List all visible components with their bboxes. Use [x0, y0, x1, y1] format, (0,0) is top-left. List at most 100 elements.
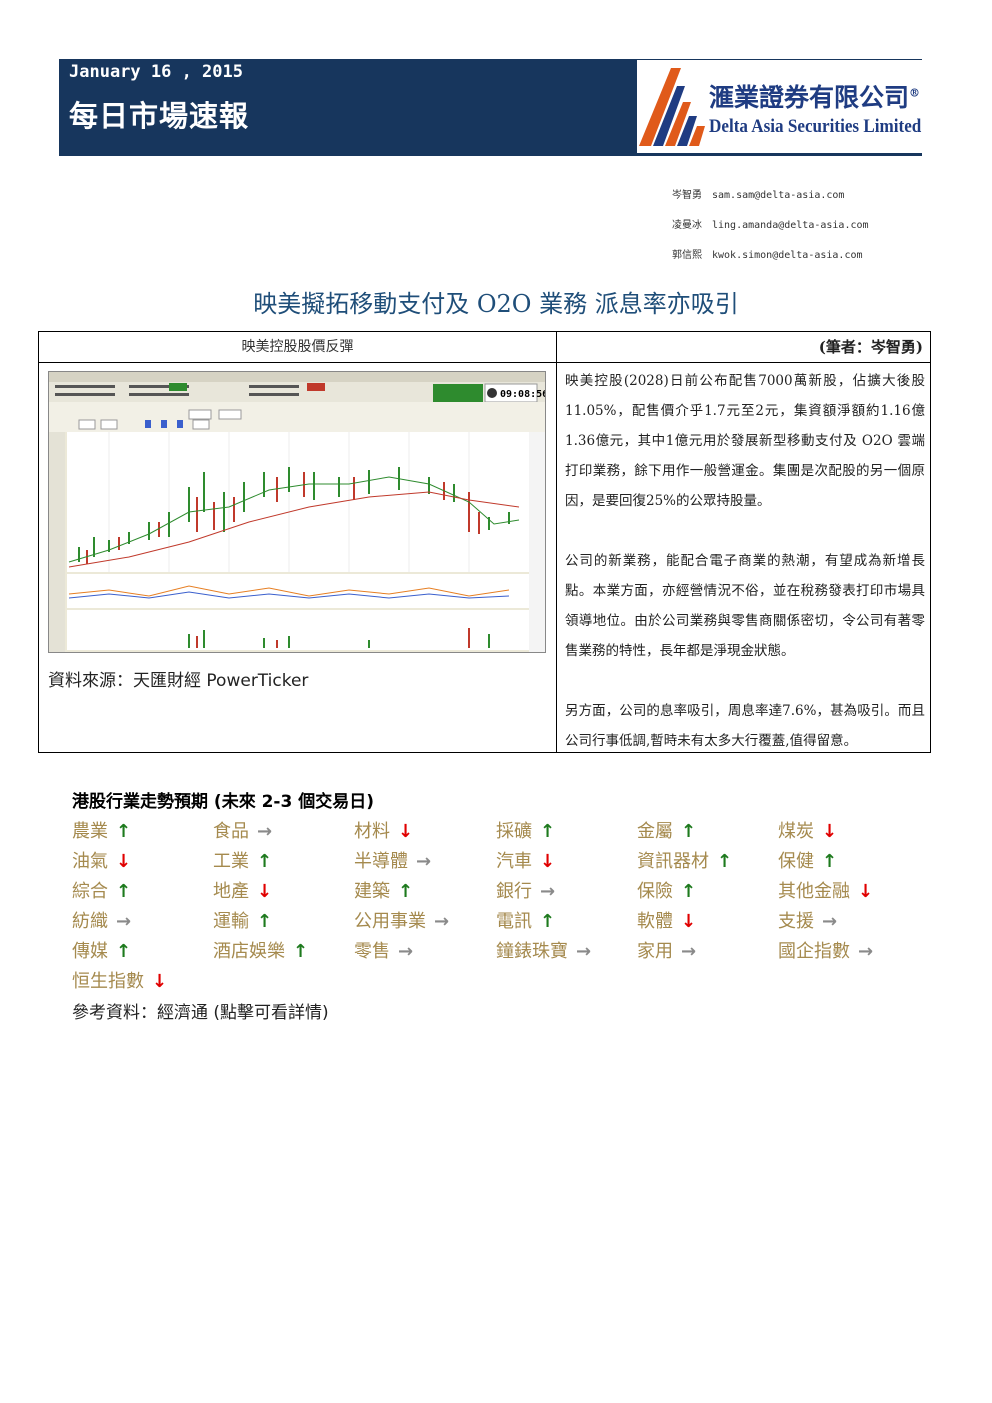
analyst-contacts: 岑智勇 sam.sam@delta-asia.com 凌曼冰 ling.amanda… — [672, 187, 869, 277]
sector-name: 金屬 — [637, 821, 673, 842]
sector-item: 家用 → — [637, 937, 696, 963]
sector-name: 採礦 — [496, 821, 532, 842]
sector-name: 保健 — [778, 851, 814, 872]
trend-flat-arrow-icon: → — [257, 821, 273, 842]
sector-name: 半導體 — [354, 851, 408, 872]
sector-item: 材料 ↓ — [354, 817, 413, 843]
column-divider — [556, 332, 557, 752]
article-table: 映美控股股價反彈 (筆者：岑智勇) 09:08:56 資料來源：天匯財經 Pow… — [38, 331, 931, 753]
trend-up-arrow-icon: ↑ — [257, 911, 273, 932]
trend-down-arrow-icon: ↓ — [398, 821, 414, 842]
sector-name: 鐘錶珠寶 — [496, 941, 568, 962]
trend-up-arrow-icon: ↑ — [257, 851, 273, 872]
contact-email[interactable]: ling.amanda@delta-asia.com — [712, 220, 869, 231]
trend-flat-arrow-icon: → — [858, 941, 874, 962]
trend-up-arrow-icon: ↑ — [681, 821, 697, 842]
sector-name: 運輸 — [213, 911, 249, 932]
report-date: January 16 , 2015 — [69, 62, 243, 82]
sector-name: 建築 — [354, 881, 390, 902]
stock-chart-image: 09:08:56 — [49, 372, 545, 652]
sector-item: 保險 ↑ — [637, 877, 696, 903]
sector-name: 工業 — [213, 851, 249, 872]
contact-row: 凌曼冰 ling.amanda@delta-asia.com — [672, 217, 869, 247]
article-paragraph: 映美控股(2028)日前公布配售7000萬新股，佔擴大後股11.05%，配售價介… — [565, 373, 925, 509]
sector-name: 國企指數 — [778, 941, 850, 962]
sector-item: 運輸 ↑ — [213, 907, 272, 933]
sector-name: 紡織 — [72, 911, 108, 932]
sector-name: 綜合 — [72, 881, 108, 902]
contact-email[interactable]: kwok.simon@delta-asia.com — [712, 250, 863, 261]
trend-up-arrow-icon: ↑ — [116, 941, 132, 962]
sector-name: 公用事業 — [354, 911, 426, 932]
trend-flat-arrow-icon: → — [576, 941, 592, 962]
sector-name: 傳媒 — [72, 941, 108, 962]
sector-item: 保健 ↑ — [778, 847, 837, 873]
sector-item: 食品 → — [213, 817, 272, 843]
sector-item: 半導體 → — [354, 847, 431, 873]
delta-logo-icon — [639, 68, 705, 146]
sector-item: 其他金融 ↓ — [778, 877, 873, 903]
trend-up-arrow-icon: ↑ — [822, 851, 838, 872]
sector-name: 煤炭 — [778, 821, 814, 842]
trend-up-arrow-icon: ↑ — [540, 821, 556, 842]
chart-source: 資料來源：天匯財經 PowerTicker — [48, 671, 309, 691]
trend-down-arrow-icon: ↓ — [152, 971, 168, 992]
sector-item: 公用事業 → — [354, 907, 449, 933]
sector-item: 恒生指數 ↓ — [72, 967, 167, 993]
contact-name: 凌曼冰 — [672, 220, 702, 231]
sector-name: 軟體 — [637, 911, 673, 932]
sector-item: 汽車 ↓ — [496, 847, 555, 873]
sector-item: 鐘錶珠寶 → — [496, 937, 591, 963]
trend-up-arrow-icon: ↑ — [717, 851, 733, 872]
chart-clock: 09:08:56 — [500, 389, 545, 400]
trend-down-arrow-icon: ↓ — [257, 881, 273, 902]
trend-flat-arrow-icon: → — [540, 881, 556, 902]
stock-chart-screenshot: 09:08:56 — [48, 371, 546, 653]
article-author: (筆者：岑智勇) — [818, 338, 923, 356]
sector-name: 油氣 — [72, 851, 108, 872]
sector-item: 金屬 ↑ — [637, 817, 696, 843]
trend-down-arrow-icon: ↓ — [822, 821, 838, 842]
article-paragraph: 另方面，公司的息率吸引，周息率達7.6%，甚為吸引。而且公司行事低調,暫時未有太… — [565, 703, 925, 749]
sector-name: 支援 — [778, 911, 814, 932]
sector-item: 銀行 → — [496, 877, 555, 903]
trend-up-arrow-icon: ↑ — [116, 821, 132, 842]
sector-outlook-title: 港股行業走勢預期 (未來 2-3 個交易日) — [72, 792, 375, 812]
sector-name: 農業 — [72, 821, 108, 842]
contact-email[interactable]: sam.sam@delta-asia.com — [712, 190, 844, 201]
sector-item: 酒店娛樂 ↑ — [213, 937, 308, 963]
header-bar: January 16 , 2015 每日市場速報 — [59, 59, 637, 156]
sector-item: 採礦 ↑ — [496, 817, 555, 843]
trend-up-arrow-icon: ↑ — [398, 881, 414, 902]
contact-name: 郭信熙 — [672, 250, 702, 261]
sector-name: 電訊 — [496, 911, 532, 932]
trend-flat-arrow-icon: → — [398, 941, 414, 962]
sector-item: 綜合 ↑ — [72, 877, 131, 903]
trend-down-arrow-icon: ↓ — [858, 881, 874, 902]
sector-item: 零售 → — [354, 937, 413, 963]
sector-name: 銀行 — [496, 881, 532, 902]
sector-name: 汽車 — [496, 851, 532, 872]
contact-row: 郭信熙 kwok.simon@delta-asia.com — [672, 247, 869, 277]
sector-item: 工業 ↑ — [213, 847, 272, 873]
trend-up-arrow-icon: ↑ — [681, 881, 697, 902]
trend-down-arrow-icon: ↓ — [681, 911, 697, 932]
reference-link[interactable]: 參考資料：經濟通 (點擊可看詳情) — [72, 998, 329, 1023]
sector-name: 材料 — [354, 821, 390, 842]
sector-item: 紡織 → — [72, 907, 131, 933]
sector-name: 酒店娛樂 — [213, 941, 285, 962]
chart-caption: 映美控股股價反彈 — [241, 339, 354, 355]
article-body: 映美控股(2028)日前公布配售7000萬新股，佔擴大後股11.05%，配售價介… — [565, 366, 925, 786]
sector-name: 恒生指數 — [72, 971, 144, 992]
sector-name: 其他金融 — [778, 881, 850, 902]
sector-name: 地產 — [213, 881, 249, 902]
sector-item: 傳媒 ↑ — [72, 937, 131, 963]
trend-flat-arrow-icon: → — [434, 911, 450, 932]
sector-item: 建築 ↑ — [354, 877, 413, 903]
report-title: 每日市場速報 — [69, 99, 250, 133]
article-headline: 映美擬拓移動支付及 O2O 業務 派息率亦吸引 — [253, 290, 739, 318]
trend-down-arrow-icon: ↓ — [540, 851, 556, 872]
sector-item: 資訊器材 ↑ — [637, 847, 732, 873]
sector-item: 軟體 ↓ — [637, 907, 696, 933]
sector-item: 油氣 ↓ — [72, 847, 131, 873]
